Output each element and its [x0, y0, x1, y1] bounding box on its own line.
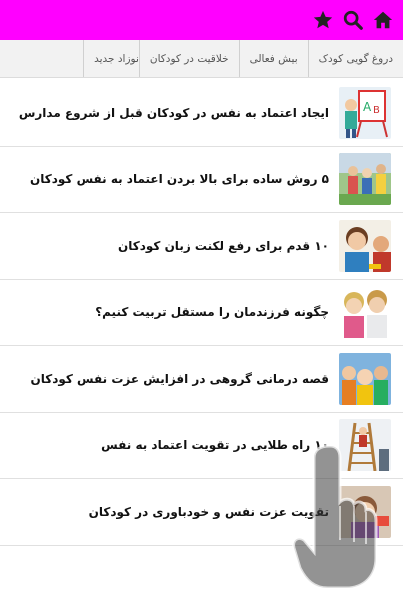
article-title: ۵ روش ساده برای بالا بردن اعتماد به نفس … — [30, 172, 329, 187]
article-thumbnail — [339, 219, 391, 272]
app-toolbar — [0, 0, 403, 40]
article-list: A B ایجاد اعتماد به نفس در کودکان قبل از… — [0, 80, 403, 546]
list-item[interactable]: ۵ روش ساده برای بالا بردن اعتماد به نفس … — [0, 147, 403, 213]
article-thumbnail — [339, 286, 391, 339]
list-item[interactable]: ۱۰ راه طلایی در تقویت اعتماد به نفس — [0, 413, 403, 479]
svg-text:A: A — [363, 100, 372, 114]
list-item[interactable]: ۱۰ قدم برای رفع لکنت زبان کودکان — [0, 213, 403, 280]
list-item[interactable]: قصه درمانی گروهی در افزایش عزت نفس کودکا… — [0, 346, 403, 413]
article-title: چگونه فرزندمان را مستقل تربیت کنیم؟ — [95, 305, 329, 320]
svg-text:B: B — [373, 105, 380, 116]
article-title: ۱۰ قدم برای رفع لکنت زبان کودکان — [118, 238, 329, 253]
tab-newborn[interactable]: نوزاد جدید — [83, 40, 139, 77]
star-icon[interactable] — [311, 8, 335, 32]
list-item[interactable]: A B ایجاد اعتماد به نفس در کودکان قبل از… — [0, 80, 403, 147]
article-thumbnail — [339, 485, 391, 538]
article-title: تقویت عزت نفس و خودباوری در کودکان — [88, 504, 329, 519]
list-item[interactable]: چگونه فرزندمان را مستقل تربیت کنیم؟ — [0, 280, 403, 346]
tab-creativity[interactable]: خلاقیت در کودکان — [138, 40, 239, 77]
article-thumbnail — [339, 153, 391, 206]
search-icon[interactable] — [341, 8, 365, 32]
article-title: ۱۰ راه طلایی در تقویت اعتماد به نفس — [101, 438, 329, 453]
article-thumbnail — [339, 419, 391, 472]
article-thumbnail — [339, 352, 391, 405]
article-title: ایجاد اعتماد به نفس در کودکان قبل از شرو… — [18, 105, 329, 120]
home-icon[interactable] — [371, 8, 395, 32]
article-thumbnail: A B — [339, 86, 391, 139]
category-tabs: دروغ گویی کودک بیش فعالی خلاقیت در کودکا… — [0, 40, 403, 78]
tab-lying-child[interactable]: دروغ گویی کودک — [307, 40, 403, 77]
tab-hyperactivity[interactable]: بیش فعالی — [238, 40, 308, 77]
article-title: قصه درمانی گروهی در افزایش عزت نفس کودکا… — [30, 371, 329, 386]
list-item[interactable]: تقویت عزت نفس و خودباوری در کودکان — [0, 479, 403, 546]
